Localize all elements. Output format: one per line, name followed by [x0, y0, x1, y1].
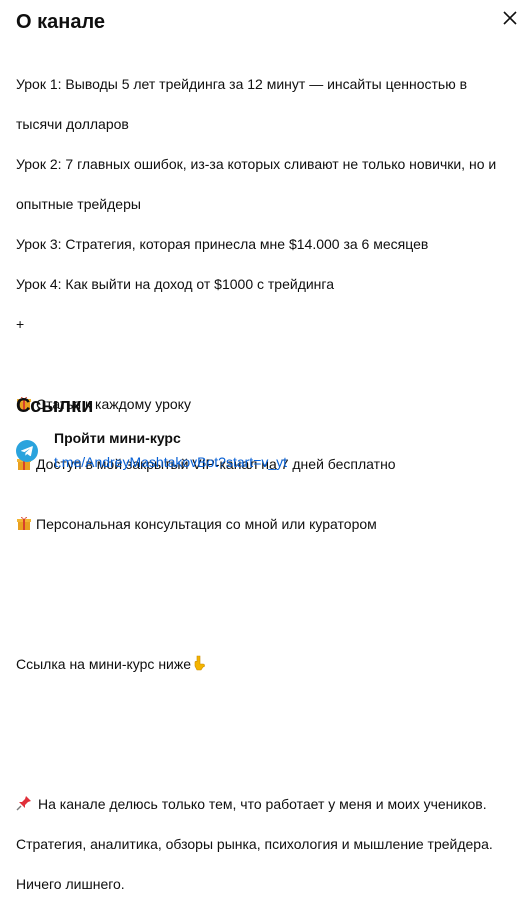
bonus-line: Персональная консультация со мной или ку…	[16, 494, 516, 534]
description-line: Урок 1: Выводы 5 лет трейдинга за 12 мин…	[16, 76, 468, 92]
about-line: Ничего лишнего.	[16, 876, 125, 892]
link-item[interactable]: Пройти мини-курс t.me/AndreyMashtakovBot…	[16, 428, 496, 476]
gift-icon	[17, 516, 31, 530]
telegram-icon	[16, 440, 38, 462]
description-line: Урок 4: Как выйти на доход от $1000 с тр…	[16, 276, 335, 292]
about-channel-panel: О канале Урок 1: Выводы 5 лет трейдинга …	[0, 0, 532, 892]
point-down-icon	[194, 655, 205, 671]
course-link-text: Ссылка на мини-курс ниже	[16, 656, 192, 672]
close-icon	[503, 11, 517, 25]
description-line: опытные трейдеры	[16, 196, 141, 212]
about-line: Стратегия, аналитика, обзоры рынка, псих…	[16, 836, 493, 852]
panel-header: О канале	[16, 8, 524, 40]
pushpin-icon	[16, 796, 31, 811]
close-button[interactable]	[498, 6, 522, 30]
course-link-line: Ссылка на мини-курс ниже	[16, 634, 516, 674]
description-line: +	[16, 316, 25, 332]
links-section-title: Ссылки	[16, 395, 94, 417]
description-line: Урок 3: Стратегия, которая принесла мне …	[16, 236, 429, 252]
description-line: Урок 2: 7 главных ошибок, из-за которых …	[16, 156, 497, 172]
bonus-text: Персональная консультация со мной или ку…	[36, 516, 377, 532]
about-line: На канале делюсь только тем, что работае…	[16, 774, 516, 814]
panel-title: О канале	[16, 11, 106, 33]
channel-description: Урок 1: Выводы 5 лет трейдинга за 12 мин…	[16, 54, 516, 914]
description-line: тысячи долларов	[16, 116, 129, 132]
link-url[interactable]: t.me/AndreyMashtakovBot?start=v_yt	[54, 452, 287, 472]
link-title: Пройти мини-курс	[54, 430, 181, 446]
about-text: На канале делюсь только тем, что работае…	[38, 796, 487, 812]
